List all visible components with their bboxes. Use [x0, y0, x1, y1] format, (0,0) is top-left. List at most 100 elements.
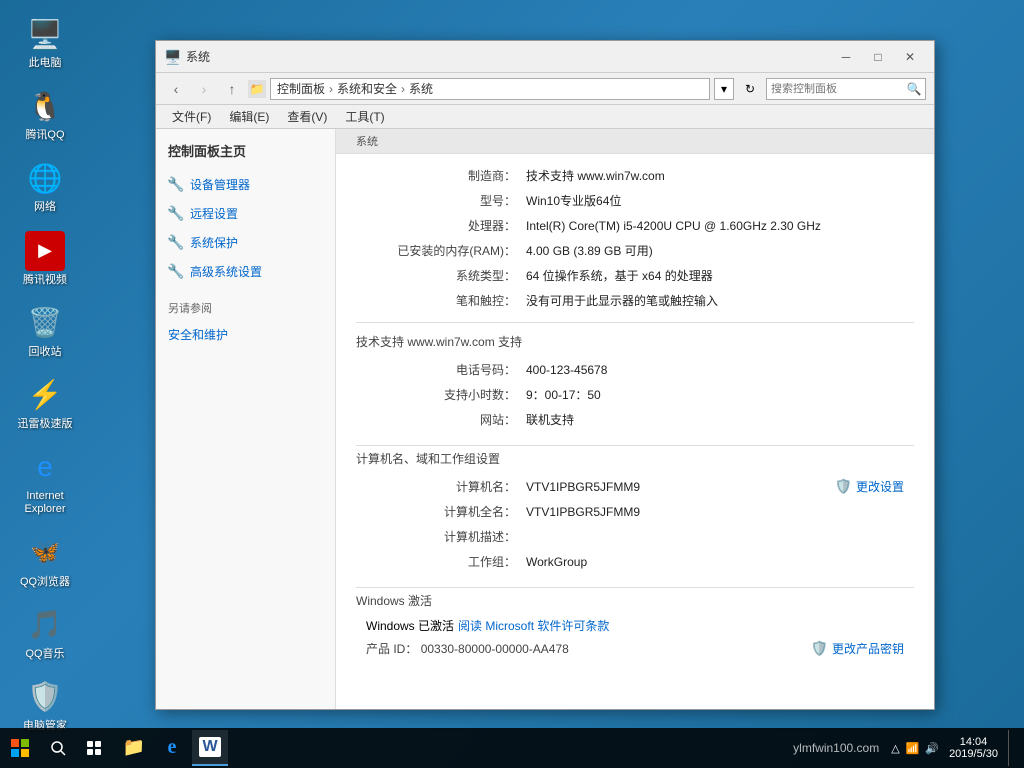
xunlei-icon-label: 迅雷极速版: [18, 418, 73, 431]
path-system[interactable]: 系统: [409, 80, 433, 97]
system-protection-label: 系统保护: [190, 234, 238, 251]
website-row: 网站： 联机支持: [356, 408, 914, 431]
qq-music-label: QQ音乐: [25, 648, 64, 661]
tencent-video-icon: ▶: [25, 231, 65, 271]
basic-info-section: 制造商： 技术支持 www.win7w.com 型号： Win10专业版64位 …: [336, 154, 934, 312]
desktop-icon-recycle[interactable]: 🗑️ 回收站: [10, 299, 80, 363]
remote-settings-label: 远程设置: [190, 205, 238, 222]
taskbar-apps: 📁 e W: [112, 730, 793, 766]
network-icon-label: 网络: [34, 201, 56, 214]
address-dropdown[interactable]: ▾: [714, 78, 734, 100]
computer-section-title: 计算机名、域和工作组设置: [356, 450, 500, 467]
os-type-value: 64 位操作系统，基于 x64 的处理器: [526, 267, 904, 284]
taskbar-ie[interactable]: e: [154, 730, 190, 766]
desktop-icon-computer[interactable]: 🖥️ 此电脑: [10, 10, 80, 74]
close-button[interactable]: ✕: [894, 44, 926, 70]
activation-link[interactable]: 阅读 Microsoft 软件许可条款: [458, 617, 609, 634]
path-control-panel[interactable]: 控制面板: [277, 80, 325, 97]
path-system-security[interactable]: 系统和安全: [337, 80, 397, 97]
shield-change-icon: 🛡️: [835, 478, 852, 495]
desktop-icon-qq-music[interactable]: 🎵 QQ音乐: [10, 601, 80, 665]
window-title-icon: 🖥️: [164, 49, 180, 65]
menu-edit[interactable]: 编辑(E): [221, 106, 277, 127]
computer-name-label: 计算机名：: [366, 478, 526, 495]
word-taskbar-icon: W: [199, 737, 220, 757]
taskbar-file-explorer[interactable]: 📁: [116, 730, 152, 766]
tencent-video-label: 腾讯视频: [23, 274, 67, 287]
pen-label: 笔和触控：: [366, 292, 526, 309]
tray-volume-icon[interactable]: 🔊: [925, 742, 939, 755]
product-id-value: 00330-80000-00000-AA478: [421, 642, 569, 656]
task-view-button[interactable]: [78, 732, 110, 764]
search-icon[interactable]: 🔍: [903, 78, 925, 100]
product-id-label-text: 产品 ID： 00330-80000-00000-AA478: [366, 640, 569, 657]
refresh-button[interactable]: ↻: [738, 78, 762, 100]
desktop-icon-ie[interactable]: e Internet Explorer: [10, 443, 80, 520]
advanced-settings-icon: 🔧: [168, 264, 184, 280]
change-settings-action[interactable]: 🛡️ 更改设置: [835, 478, 904, 495]
address-path[interactable]: 控制面板 › 系统和安全 › 系统: [270, 78, 710, 100]
recycle-icon-label: 回收站: [29, 346, 62, 359]
forward-button[interactable]: ›: [192, 77, 216, 101]
taskbar-date: 2019/5/30: [949, 748, 998, 760]
ie-icon: e: [25, 447, 65, 487]
desktop-icon-xunlei[interactable]: ⚡ 迅雷极速版: [10, 371, 80, 435]
qq-browser-label: QQ浏览器: [20, 576, 70, 589]
desktop-icon-network[interactable]: 🌐 网络: [10, 154, 80, 218]
recycle-icon: 🗑️: [25, 303, 65, 343]
ram-value: 4.00 GB (3.89 GB 可用): [526, 242, 904, 259]
workgroup-value: WorkGroup: [526, 555, 904, 569]
ram-label: 已安装的内存(RAM)：: [366, 242, 526, 259]
desktop-icon-qq[interactable]: 🐧 腾讯QQ: [10, 82, 80, 146]
tray-arrow[interactable]: △: [891, 742, 899, 755]
taskbar: 📁 e W ylmfwin100.com △ 📶 🔊 14:04 2019/5/…: [0, 728, 1024, 768]
ie-taskbar-icon: e: [168, 736, 177, 759]
divider-3: [356, 587, 914, 588]
xunlei-icon: ⚡: [25, 375, 65, 415]
sidebar-item-system-protection[interactable]: 🔧 系统保护: [164, 230, 327, 255]
system-protection-icon: 🔧: [168, 235, 184, 251]
computer-fullname-value: VTV1IPBGR5JFMM9: [526, 505, 904, 519]
hours-label: 支持小时数：: [366, 386, 526, 403]
computer-section: 计算机名、域和工作组设置 计算机名： VTV1IPBGR5JFMM9 🛡️ 更改…: [336, 450, 934, 583]
desktop-icon-qq-browser[interactable]: 🦋 QQ浏览器: [10, 529, 80, 593]
website-value[interactable]: 联机支持: [526, 411, 904, 428]
qq-browser-icon: 🦋: [25, 533, 65, 573]
manufacturer-value: 技术支持 www.win7w.com: [526, 167, 904, 184]
up-button[interactable]: ↑: [220, 77, 244, 101]
show-desktop-button[interactable]: [1008, 730, 1016, 766]
computer-desc-row: 计算机描述：: [356, 525, 914, 548]
back-button[interactable]: ‹: [164, 77, 188, 101]
sidebar-item-security[interactable]: 安全和维护: [164, 322, 327, 347]
search-input[interactable]: [767, 83, 903, 95]
sidebar-item-advanced-settings[interactable]: 🔧 高级系统设置: [164, 259, 327, 284]
pen-value: 没有可用于此显示器的笔或触控输入: [526, 292, 904, 309]
computer-fullname-label: 计算机全名：: [366, 503, 526, 520]
minimize-button[interactable]: ─: [830, 44, 862, 70]
menu-tools[interactable]: 工具(T): [337, 106, 392, 127]
divider-2: [356, 445, 914, 446]
sidebar-item-remote-settings[interactable]: 🔧 远程设置: [164, 201, 327, 226]
phone-label: 电话号码：: [366, 361, 526, 378]
menu-view[interactable]: 查看(V): [279, 106, 335, 127]
taskbar-tray: △ 📶 🔊: [891, 742, 939, 755]
computer-desc-label: 计算机描述：: [366, 528, 526, 545]
start-button[interactable]: [0, 728, 40, 768]
ie-icon-label: Internet Explorer: [14, 490, 76, 516]
sidebar-item-device-manager[interactable]: 🔧 设备管理器: [164, 172, 327, 197]
device-manager-icon: 🔧: [168, 177, 184, 193]
menu-bar: 文件(F) 编辑(E) 查看(V) 工具(T): [156, 105, 934, 129]
taskbar-clock[interactable]: 14:04 2019/5/30: [943, 736, 1004, 760]
menu-file[interactable]: 文件(F): [164, 106, 219, 127]
computer-icon-label: 此电脑: [29, 57, 62, 70]
maximize-button[interactable]: □: [862, 44, 894, 70]
system-window: 🖥️ 系统 ─ □ ✕ ‹ › ↑ 📁 控制面板 › 系统和安全 › 系统 ▾ …: [155, 40, 935, 710]
change-key-action[interactable]: 🛡️ 更改产品密钥: [811, 640, 904, 657]
processor-value: Intel(R) Core(TM) i5-4200U CPU @ 1.60GHz…: [526, 219, 904, 233]
activation-section: Windows 激活 Windows 已激活 阅读 Microsoft 软件许可…: [336, 592, 934, 669]
also-see-title: 另请参阅: [164, 300, 327, 316]
product-id-row: 产品 ID： 00330-80000-00000-AA478 🛡️ 更改产品密钥: [356, 640, 914, 657]
taskbar-search-button[interactable]: [42, 732, 74, 764]
desktop-icon-tencent-video[interactable]: ▶ 腾讯视频: [10, 227, 80, 291]
taskbar-word[interactable]: W: [192, 730, 228, 766]
